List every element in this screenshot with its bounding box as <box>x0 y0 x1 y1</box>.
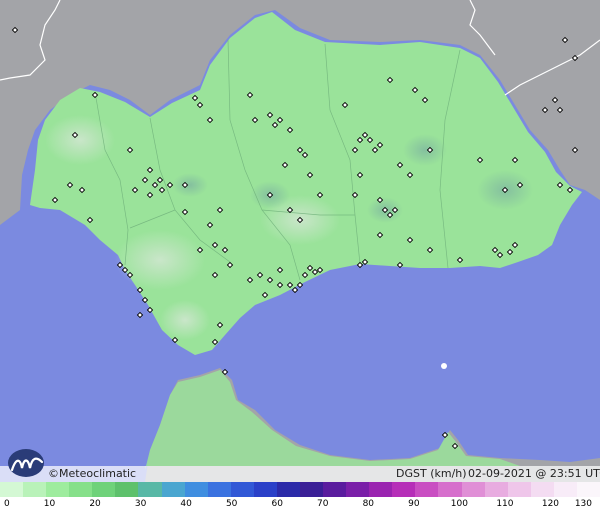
color-scale-tick-label: 50 <box>225 499 238 509</box>
color-scale-swatch <box>161 482 185 497</box>
color-scale-swatch <box>438 482 462 497</box>
color-scale-tick-label: 110 <box>496 499 514 509</box>
color-scale-tick-label: 60 <box>271 499 283 509</box>
color-scale-swatch <box>346 482 370 497</box>
brand-text: ©Meteoclimatic <box>48 467 137 480</box>
terrain-spot <box>160 300 210 340</box>
color-scale-swatch <box>69 482 93 497</box>
color-scale-swatch <box>323 482 347 497</box>
color-scale-swatch <box>415 482 439 497</box>
color-scale-swatch <box>230 482 254 497</box>
color-scale-tick-label: 90 <box>408 499 420 509</box>
color-scale-swatch <box>484 482 508 497</box>
gust-map[interactable] <box>0 0 600 482</box>
color-scale-tick-label: 10 <box>43 499 56 509</box>
terrain-spot <box>45 115 115 165</box>
color-scale-tick-label: 40 <box>180 499 192 509</box>
color-scale: 0 10 20 30 40 50 60 70 80 90 100 110 120 130 <box>0 482 600 517</box>
color-scale-swatch <box>46 482 70 497</box>
legend-datetime: 02-09-2021 @ 23:51 UTC <box>468 467 600 480</box>
color-scale-swatch <box>276 482 301 497</box>
map-viewer: ©Meteoclimatic DGST (km/h) 02-09-2021 @ … <box>0 0 600 517</box>
terrain-spot <box>115 230 205 290</box>
color-scale-swatch <box>207 482 231 497</box>
meteoclimatic-logo-icon <box>8 449 44 477</box>
color-scale-tick-label: 120 <box>541 499 560 509</box>
color-scale-swatch <box>138 482 162 497</box>
color-scale-swatch <box>369 482 393 497</box>
color-scale-tick-label: 30 <box>134 499 147 509</box>
color-scale-bar <box>0 482 600 497</box>
color-scale-swatch <box>507 482 531 497</box>
color-scale-tick-label: 0 <box>4 499 10 509</box>
color-scale-tick-label: 20 <box>89 499 101 509</box>
color-scale-tick-label: 130 <box>574 499 592 509</box>
color-scale-tick-label: 80 <box>362 499 375 509</box>
alboran-island <box>441 363 447 369</box>
color-scale-swatch <box>184 482 208 497</box>
color-scale-swatch <box>461 482 485 497</box>
color-scale-swatch <box>0 482 24 497</box>
color-scale-swatch <box>253 482 277 497</box>
color-scale-swatch <box>576 482 600 497</box>
legend-title: DGST (km/h) <box>396 467 467 480</box>
color-scale-tick-label: 70 <box>317 499 329 509</box>
color-scale-swatch <box>553 482 577 497</box>
terrain-spot <box>403 134 447 166</box>
color-scale-swatch <box>23 482 47 497</box>
terrain-spot <box>172 173 208 197</box>
color-scale-swatch <box>530 482 554 497</box>
color-scale-swatch <box>300 482 324 497</box>
color-scale-tick-label: 100 <box>450 499 468 509</box>
color-scale-swatch <box>115 482 139 497</box>
color-scale-swatch <box>392 482 416 497</box>
color-scale-swatch <box>92 482 116 497</box>
